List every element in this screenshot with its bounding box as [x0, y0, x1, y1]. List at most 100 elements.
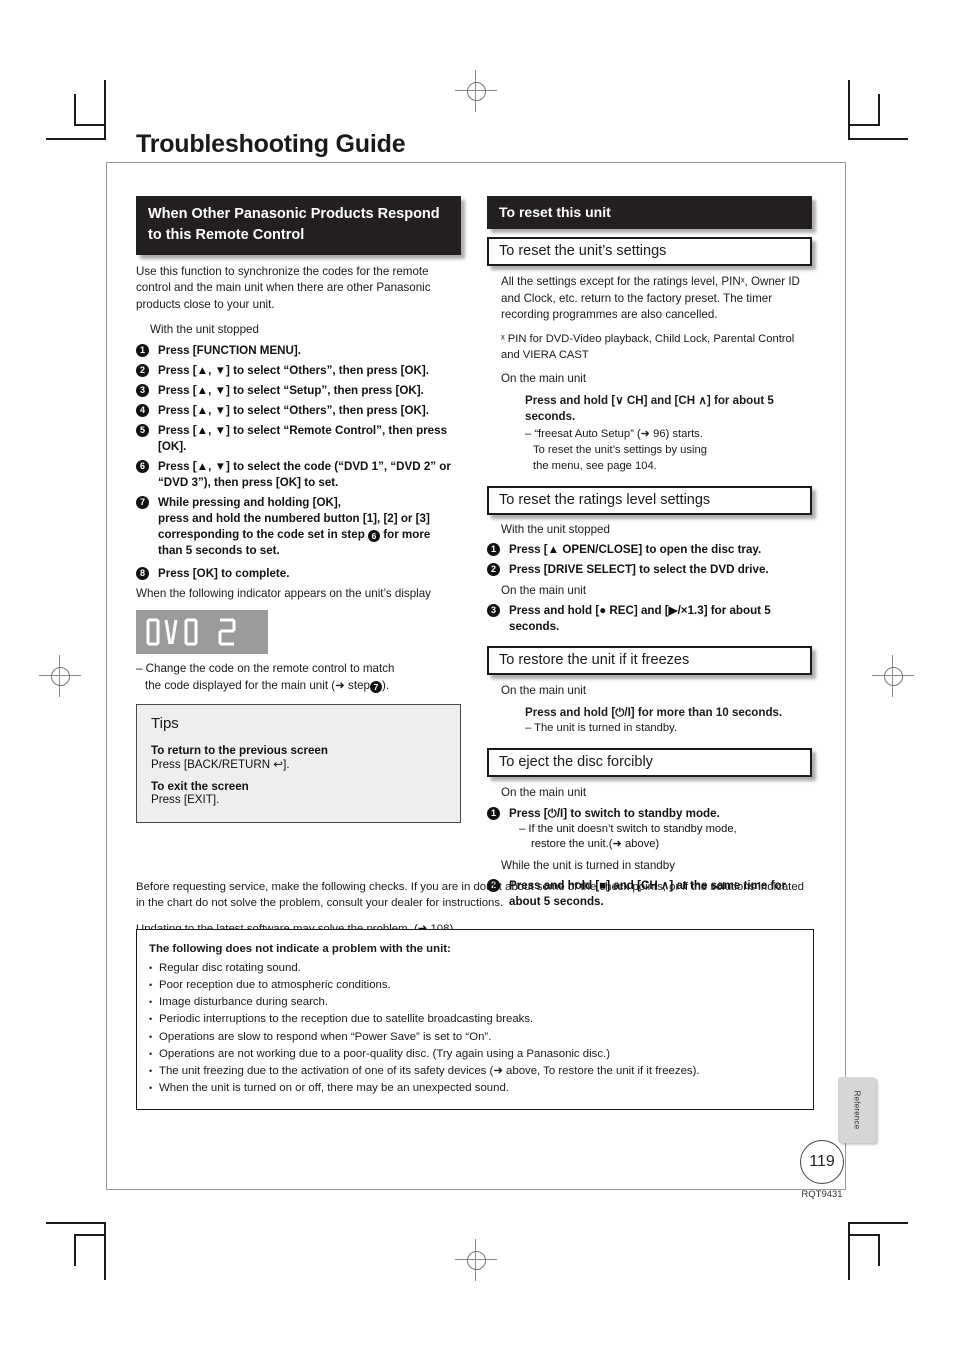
step-number-badge: 7: [136, 495, 149, 509]
step-text: Press [▲, ▼] to select “Setup”, then pre…: [158, 383, 424, 397]
registration-mark-top: [455, 70, 497, 112]
subsection-header-restore-unit: To restore the unit if it freezes: [487, 646, 812, 676]
seven-segment-dvd2-icon: [146, 618, 236, 646]
step-number-badge: 6: [136, 459, 149, 473]
remote-control-intro: Use this function to synchronize the cod…: [136, 265, 431, 311]
step-text-line2: press and hold the numbered button [1], …: [158, 511, 430, 525]
step-item: 2 Press [DRIVE SELECT] to select the DVD…: [487, 562, 812, 578]
eject-disc-note-1: – If the unit doesn’t switch to standby …: [519, 822, 737, 835]
step-text-line4: than 5 seconds to set.: [158, 543, 280, 557]
step-number-badge: 3: [136, 383, 149, 397]
notice-item: Periodic interruptions to the reception …: [149, 1011, 801, 1028]
step-text: Press [DRIVE SELECT] to select the DVD d…: [509, 562, 769, 576]
eject-disc-note-2: restore the unit.(➜ above): [531, 838, 660, 851]
crop-mark-bottom-left: [46, 1212, 116, 1282]
remote-control-precondition: With the unit stopped: [150, 323, 259, 337]
note-line-1: – Change the code on the remote control …: [136, 662, 395, 676]
subsection-header-reset-settings: To reset the unit’s settings: [487, 237, 812, 267]
step-item: 5 Press [▲, ▼] to select “Remote Control…: [136, 423, 461, 455]
step-item: 3 Press and hold [● REC] and [▶/×1.3] fo…: [487, 603, 812, 635]
step-item: 2 Press [▲, ▼] to select “Others”, then …: [136, 363, 461, 379]
step-reference-badge: 6: [368, 529, 381, 542]
registration-mark-right: [872, 655, 914, 697]
reset-settings-instruction: Press and hold [∨ CH] and [CH ∧] for abo…: [525, 393, 774, 424]
tips-heading: To exit the screen: [151, 780, 249, 793]
right-column: To reset this unit To reset the unit’s s…: [487, 196, 812, 910]
reset-ratings-steps-2: 3 Press and hold [● REC] and [▶/×1.3] fo…: [487, 603, 812, 635]
reset-settings-note-1: – “freesat Auto Setup” (➜ 96) starts.: [525, 427, 703, 440]
restore-unit-instruction: Press and hold [⏻/I] for more than 10 se…: [525, 705, 783, 719]
reset-ratings-context: On the main unit: [501, 583, 587, 597]
eject-disc-context-2: While the unit is turned in standby: [501, 858, 676, 872]
step-number-badge: 5: [136, 423, 149, 437]
tips-entry: To return to the previous screen Press […: [151, 744, 446, 771]
step-item: 1 Press [FUNCTION MENU].: [136, 343, 461, 359]
notice-list: Regular disc rotating sound. Poor recept…: [149, 960, 801, 1097]
step-number-badge: 2: [487, 562, 500, 576]
reg-circle: [51, 667, 70, 686]
reg-circle: [467, 82, 486, 101]
tips-heading: To return to the previous screen: [151, 744, 328, 757]
reset-ratings-steps: 1 Press [▲ OPEN/CLOSE] to open the disc …: [487, 542, 812, 578]
unit-display-graphic: [136, 610, 268, 655]
page-number: 119: [800, 1140, 844, 1184]
crop-mark-top-left: [46, 80, 116, 150]
eject-disc-context: On the main unit: [501, 786, 587, 800]
reset-settings-footnote: ˣ PIN for DVD-Video playback, Child Lock…: [501, 332, 795, 361]
step-item: 4 Press [▲, ▼] to select “Others”, then …: [136, 403, 461, 419]
remote-control-steps: 1 Press [FUNCTION MENU]. 2 Press [▲, ▼] …: [136, 343, 461, 582]
crop-mark-bottom-right: [838, 1212, 908, 1282]
tips-body: Press [EXIT].: [151, 793, 220, 806]
reset-settings-context: On the main unit: [501, 372, 587, 386]
step-text: Press [FUNCTION MENU].: [158, 343, 302, 357]
notice-item: Regular disc rotating sound.: [149, 960, 801, 977]
notice-title: The following does not indicate a proble…: [149, 943, 451, 955]
note-line-2: the code displayed for the main unit (➜ …: [145, 678, 370, 692]
left-column: When Other Panasonic Products Respond to…: [136, 196, 461, 823]
tips-body: Press [BACK/RETURN ↩].: [151, 758, 290, 771]
step-item-8: 8 Press [OK] to complete.: [136, 566, 461, 582]
tips-entry: To exit the screen Press [EXIT].: [151, 780, 446, 806]
document-code: RQT9431: [801, 1189, 843, 1200]
service-intro-paragraph-1: Before requesting service, make the foll…: [136, 881, 804, 910]
page-title: Troubleshooting Guide: [136, 130, 406, 158]
step-text-line3b: for more: [383, 527, 431, 541]
reset-ratings-precondition: With the unit stopped: [501, 522, 610, 536]
notice-item: The unit freezing due to the activation …: [149, 1063, 801, 1080]
side-tab-reference: Reference: [838, 1077, 876, 1143]
step-text: Press [▲ OPEN/CLOSE] to open the disc tr…: [509, 543, 762, 556]
step-reference-badge: 7: [369, 680, 382, 693]
notice-item: Operations are slow to respond when “Pow…: [149, 1029, 801, 1046]
reg-circle: [884, 667, 903, 686]
notice-item: When the unit is turned on or off, there…: [149, 1080, 801, 1097]
step-text: Press [▲, ▼] to select “Others”, then pr…: [158, 363, 429, 377]
step-number-badge: 3: [487, 604, 500, 618]
step-text: Press [▲, ▼] to select the code (“DVD 1”…: [158, 459, 451, 489]
section-header-reset-unit: To reset this unit: [487, 196, 812, 230]
tips-box: Tips To return to the previous screen Pr…: [136, 704, 461, 823]
note-line-2-end: ).: [381, 678, 390, 692]
restore-unit-note: – The unit is turned in standby.: [525, 722, 677, 735]
subsection-header-reset-ratings: To reset the ratings level settings: [487, 485, 812, 515]
subsection-header-eject-disc: To eject the disc forcibly: [487, 748, 812, 778]
step-number-badge: 1: [487, 806, 500, 820]
step-text-line1: While pressing and holding [OK],: [158, 495, 341, 509]
indicator-caption: When the following indicator appears on …: [136, 586, 431, 600]
step-number-badge: 4: [136, 403, 149, 417]
step-text: Press and hold [● REC] and [▶/×1.3] for …: [509, 604, 771, 634]
step-text: Press [▲, ▼] to select “Others”, then pr…: [158, 403, 429, 417]
remote-code-note: – Change the code on the remote control …: [136, 661, 461, 694]
step-item: 1 Press [▲ OPEN/CLOSE] to open the disc …: [487, 542, 812, 558]
side-tab-label: Reference: [852, 1090, 862, 1130]
registration-mark-bottom: [455, 1239, 497, 1281]
tips-title: Tips: [151, 715, 179, 732]
step-number-badge: 2: [136, 363, 149, 377]
step-number-badge: 1: [136, 343, 149, 357]
notice-box: The following does not indicate a proble…: [136, 929, 814, 1110]
section-header-remote-control: When Other Panasonic Products Respond to…: [136, 196, 461, 256]
eject-disc-steps: 1 Press [⏻/I] to switch to standby mode.…: [487, 806, 812, 853]
step-item: 6 Press [▲, ▼] to select the code (“DVD …: [136, 459, 461, 491]
notice-item: Image disturbance during search.: [149, 994, 801, 1011]
step-item: 1 Press [⏻/I] to switch to standby mode.…: [487, 806, 812, 853]
restore-unit-context: On the main unit: [501, 684, 587, 698]
